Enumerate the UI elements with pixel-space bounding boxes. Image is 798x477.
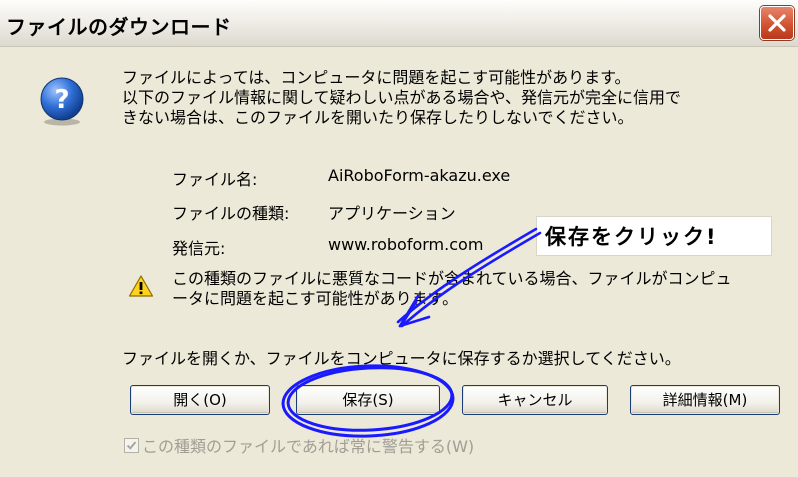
question-icon: ?: [40, 77, 84, 126]
message-line: 以下のファイル情報に関して疑わしい点がある場合や、発信元が完全に信用で: [122, 88, 682, 107]
window-title: ファイルのダウンロード: [6, 15, 232, 39]
source-value: www.roboform.com: [328, 235, 484, 254]
open-button[interactable]: 開く(O): [130, 385, 270, 415]
close-button[interactable]: [760, 6, 794, 40]
download-dialog: ファイルのダウンロード ? ファイルによっては、コンピュータに問題を起こす可能性…: [0, 0, 798, 477]
save-button[interactable]: 保存(S): [296, 385, 440, 415]
message-line: ファイルによっては、コンピュータに問題を起こす可能性があります。: [122, 68, 631, 87]
file-type-value: アプリケーション: [328, 204, 456, 223]
title-bar[interactable]: ファイルのダウンロード: [0, 0, 798, 47]
file-type-label: ファイルの種類:: [172, 204, 290, 223]
source-label: 発信元:: [172, 239, 226, 258]
security-warning: この種類のファイルに悪質なコードが含まれている場合、ファイルがコンピュ ータに問…: [172, 269, 772, 309]
always-warn-option[interactable]: この種類のファイルであれば常に警告する(W): [124, 433, 474, 457]
details-button[interactable]: 詳細情報(M): [630, 385, 780, 415]
always-warn-label: この種類のファイルであれば常に警告する(W): [142, 437, 475, 456]
svg-text:?: ?: [54, 85, 69, 115]
warning-line: この種類のファイルに悪質なコードが含まれている場合、ファイルがコンピュ: [172, 269, 732, 288]
checkmark-icon: [126, 441, 137, 450]
warning-line: ータに問題を起こす可能性があります。: [172, 289, 459, 308]
action-prompt: ファイルを開くか、ファイルをコンピュータに保存するか選択してください。: [122, 349, 681, 368]
file-name-value: AiRoboForm-akazu.exe: [328, 166, 511, 185]
cancel-button[interactable]: キャンセル: [462, 385, 608, 415]
annotation-note: 保存をクリック!: [536, 216, 772, 256]
file-name-label: ファイル名:: [172, 170, 258, 189]
message-line: きない場合は、このファイルを開いたり保存したりしないでください。: [122, 108, 634, 127]
warning-icon: [128, 275, 154, 297]
warning-message: ファイルによっては、コンピュータに問題を起こす可能性があります。 以下のファイル…: [122, 68, 772, 128]
close-icon: [768, 14, 786, 32]
always-warn-checkbox[interactable]: [124, 438, 139, 453]
